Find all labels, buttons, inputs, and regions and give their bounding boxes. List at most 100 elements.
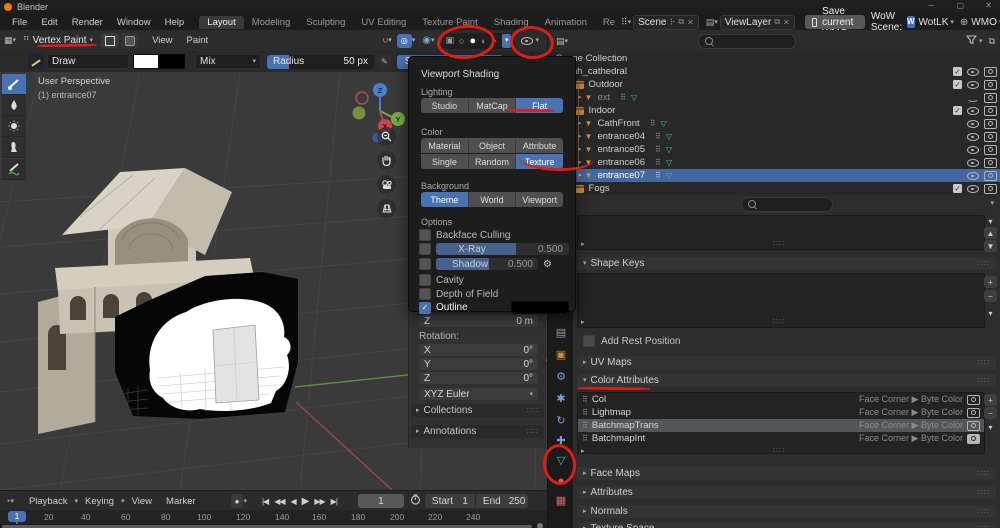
tab-physics-icon[interactable]: ↻ [548, 416, 574, 427]
hide-eye-icon[interactable] [967, 171, 979, 180]
rotation-z-field[interactable]: Z 0° [419, 372, 538, 384]
jump-to-start-button[interactable]: |◀ [259, 497, 271, 506]
render-camera-icon[interactable] [984, 119, 997, 129]
frame-end-field[interactable]: End 250 [476, 494, 528, 508]
render-camera-icon[interactable] [967, 395, 980, 405]
hide-eye-icon[interactable] [967, 80, 979, 89]
menu-help[interactable]: Help [158, 17, 192, 28]
mode-dropdown[interactable]: Vertex Paint [33, 35, 87, 46]
zoom-button[interactable] [377, 127, 396, 146]
location-z-field[interactable]: Z 0 m [419, 315, 538, 327]
workspace-tab-layout[interactable]: Layout [199, 16, 244, 29]
shading-popover-button[interactable]: ▾ [502, 34, 512, 48]
timeline-editor-caret-icon[interactable]: ▾ [10, 498, 14, 505]
shape-key-specials-caret-icon[interactable]: ▾ [984, 307, 997, 319]
render-camera-active-icon[interactable] [967, 434, 980, 444]
new-viewlayer-icon[interactable]: ⧉ [774, 17, 780, 27]
color-texture-button[interactable]: Texture [516, 154, 563, 169]
filter-funnel-icon[interactable] [966, 35, 977, 47]
editor-type-icon[interactable]: ▦ [4, 35, 13, 46]
list-grip-icon[interactable]: ∷∷ [773, 239, 785, 248]
minimize-icon[interactable]: ─ [928, 1, 934, 10]
rotation-x-field[interactable]: X 0° [419, 344, 538, 356]
color-object-button[interactable]: Object [469, 138, 517, 153]
render-camera-icon[interactable] [984, 93, 997, 103]
playhead-badge[interactable]: 1 [8, 511, 26, 522]
workspace-tab-texturepaint[interactable]: Texture Paint [414, 16, 485, 29]
hide-eye-icon[interactable] [967, 145, 979, 154]
secondary-color-swatch[interactable] [159, 54, 185, 69]
workspace-tab-animation[interactable]: Animation [537, 16, 595, 29]
properties-options-caret-icon[interactable]: ▾ [990, 200, 994, 207]
brush-thumbnail[interactable] [28, 54, 44, 69]
outliner-row-entrance05[interactable]: ▸ ▼ entrance05 ⠿ ▽ [548, 143, 1000, 156]
shape-keys-panel-header[interactable]: ▾ Shape Keys ∷∷ [577, 257, 996, 270]
material-preview-shading-icon[interactable]: ◐ [481, 36, 486, 46]
render-camera-icon[interactable] [984, 184, 997, 194]
workspace-tab-uvediting[interactable]: UV Editing [353, 16, 414, 29]
solid-shading-icon[interactable]: ● [469, 35, 476, 47]
color-single-button[interactable]: Single [421, 154, 469, 169]
menu-playback[interactable]: Playback [22, 496, 75, 507]
list-resize-icon[interactable]: ▸ [581, 241, 585, 248]
overlays-caret-icon[interactable]: ▾ [535, 37, 539, 44]
scene-icon[interactable]: ⠿ [621, 17, 628, 28]
annotations-panel-header[interactable]: ▸ Annotations ∷∷ [411, 425, 544, 438]
timeline-scrollbar[interactable] [2, 525, 532, 528]
color-attribute-button[interactable]: Attribute [516, 138, 563, 153]
vertex-groups-list[interactable]: ▸ ∷∷ [577, 215, 985, 250]
unlink-scene-icon[interactable]: ✕ [687, 18, 694, 27]
exclude-checkbox[interactable]: ✓ [953, 106, 962, 115]
tab-modifiers-icon[interactable]: ⚙ [548, 372, 574, 383]
outliner-row-outdoor[interactable]: ▾ Outdoor ✓ [548, 78, 1000, 91]
properties-search-input[interactable] [741, 197, 833, 212]
radius-slider[interactable]: Radius 50 px [267, 55, 374, 69]
color-attributes-panel-header[interactable]: ▾ Color Attributes ∷∷ [577, 374, 996, 387]
viewlayer-caret-icon[interactable]: ▾ [714, 19, 718, 26]
face-maps-panel-header[interactable]: ▸ Face Maps ∷∷ [577, 467, 996, 480]
wmo-type-select[interactable]: WMO [971, 17, 997, 28]
tab-material-icon[interactable]: ● [548, 476, 574, 487]
current-frame-field[interactable]: 1 [358, 494, 404, 508]
tool-blur-button[interactable] [2, 95, 26, 116]
exclude-checkbox[interactable]: ✓ [953, 184, 962, 193]
rotation-mode-dropdown[interactable]: XYZ Euler ▾ [419, 388, 538, 400]
exclude-checkbox[interactable]: ✓ [953, 80, 962, 89]
annotations-grip-icon[interactable]: ∷∷ [527, 427, 539, 436]
workspace-tab-rendering[interactable]: Re [595, 16, 615, 29]
color-attribute-row-lightmap[interactable]: ⠿ Lightmap Face Corner ▶ Byte Color [578, 406, 984, 419]
timeline-scrollbar-knob[interactable] [537, 523, 543, 528]
jump-to-end-button[interactable]: ▶| [328, 497, 340, 506]
add-rest-position-checkbox[interactable] [583, 335, 595, 347]
outliner-row-cathfront[interactable]: ▸ ▼ CathFront ⠿ ▽ [548, 117, 1000, 130]
toggle-xray-icon[interactable]: ▣ [445, 35, 454, 46]
prev-keyframe-button[interactable]: ◀◀ [271, 497, 287, 506]
toggle-ortho-button[interactable] [377, 199, 396, 218]
shadow-slider[interactable]: Shadow 0.500 [436, 258, 538, 270]
editor-type-caret-icon[interactable]: ▾ [13, 37, 17, 44]
texture-space-grip-icon[interactable]: ∷∷ [978, 524, 990, 528]
viewlayer-icon[interactable]: ▤ [706, 17, 715, 28]
remove-viewlayer-icon[interactable]: ✕ [783, 18, 790, 27]
render-camera-icon[interactable] [967, 408, 980, 418]
tab-object-icon[interactable]: ▣ [548, 350, 574, 361]
select-mask-vertex-button[interactable] [101, 33, 119, 48]
new-scene-icon[interactable]: ⧉ [678, 17, 684, 27]
workspace-tab-sculpting[interactable]: Sculpting [298, 16, 353, 29]
snap-magnet-icon[interactable]: ∩ [382, 36, 388, 46]
outliner-editor-caret-icon[interactable]: ▾ [565, 38, 569, 45]
tool-annotate-button[interactable] [2, 158, 26, 180]
use-preview-range-icon[interactable] [410, 494, 421, 508]
color-material-button[interactable]: Material [421, 138, 469, 153]
collections-panel-header[interactable]: ▸ Collections ∷∷ [411, 404, 544, 417]
vgroup-specials-caret-icon[interactable]: ▾ [984, 215, 997, 227]
tool-smear-button[interactable] [2, 137, 26, 158]
hide-eye-icon[interactable] [967, 119, 979, 128]
outliner-row-indoor[interactable]: ▾ Indoor ✓ [548, 104, 1000, 117]
pan-hand-button[interactable] [377, 151, 396, 170]
record-caret-icon[interactable]: ▾ [243, 498, 247, 505]
hide-eye-icon[interactable] [967, 132, 979, 141]
hide-eye-icon[interactable] [967, 106, 979, 115]
scene-selector-caret-icon[interactable]: ▾ [628, 19, 632, 26]
outliner-row-nh-cathedral[interactable]: nh_cathedral ✓ [548, 65, 1000, 78]
